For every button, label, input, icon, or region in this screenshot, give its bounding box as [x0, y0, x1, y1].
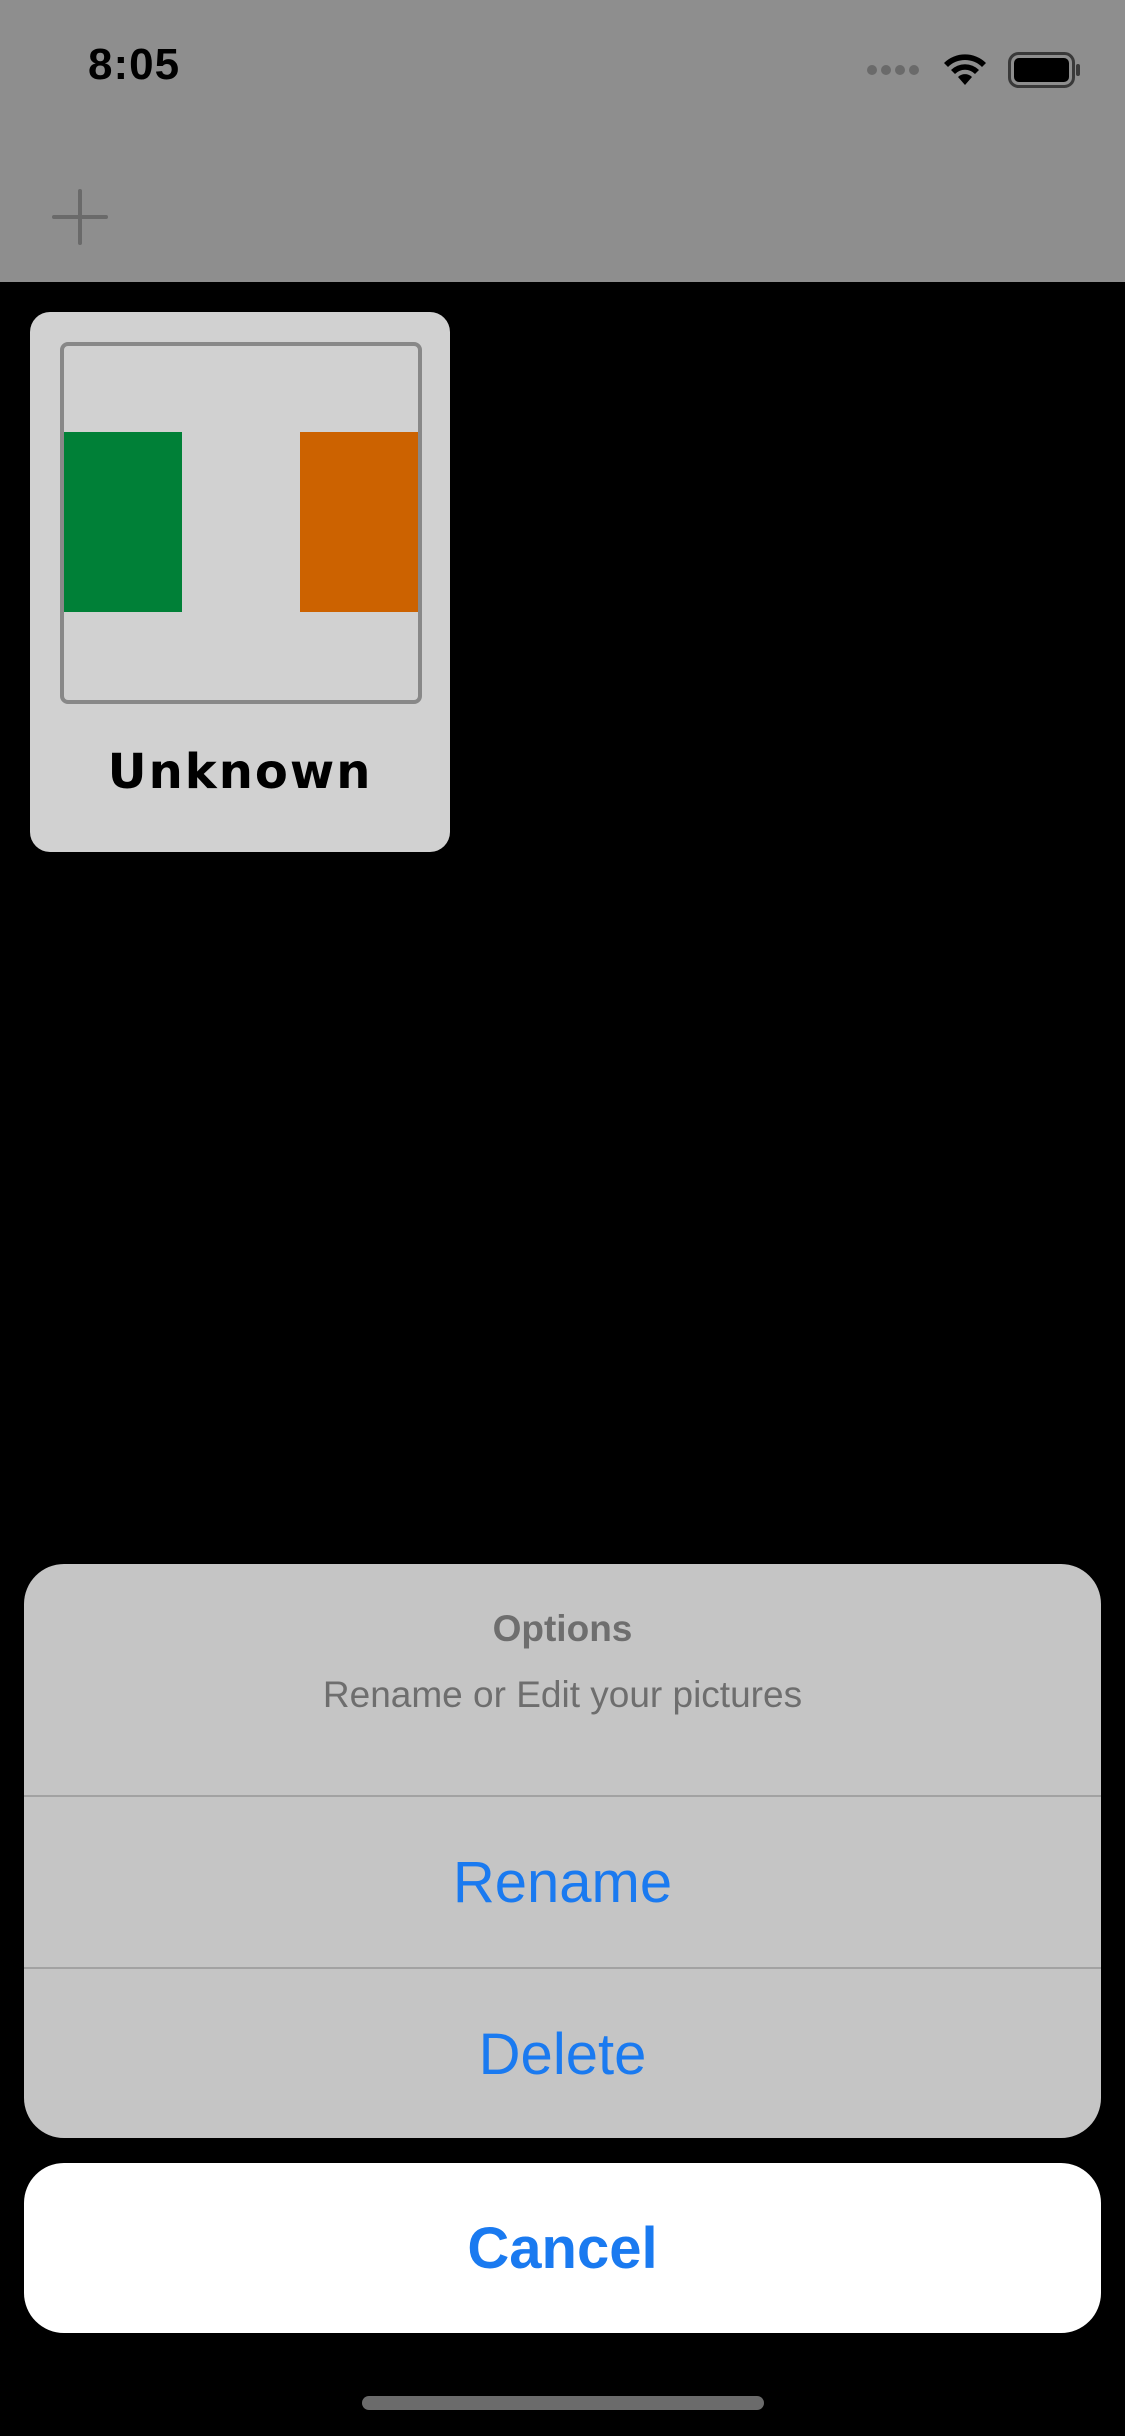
picture-thumbnail	[60, 342, 422, 704]
cellular-signal-icon	[867, 65, 919, 75]
action-sheet-message: Rename or Edit your pictures	[322, 1674, 803, 1715]
rename-button[interactable]: Rename	[24, 1797, 1101, 1967]
status-icons	[866, 50, 1082, 90]
status-time: 8:05	[88, 40, 181, 89]
action-sheet-title: Options	[492, 1608, 633, 1649]
cancel-button[interactable]: Cancel	[24, 2163, 1101, 2333]
wifi-icon	[944, 54, 986, 85]
action-sheet-header: Options Rename or Edit your pictures	[24, 1564, 1101, 1795]
thumbnail-orange-band	[300, 432, 418, 612]
thumbnail-green-band	[64, 432, 182, 612]
action-sheet: Options Rename or Edit your pictures Ren…	[24, 1564, 1101, 2138]
add-button[interactable]	[48, 185, 112, 249]
picture-label: Unknown	[107, 744, 373, 800]
home-indicator[interactable]	[362, 2396, 764, 2410]
plus-icon	[52, 189, 108, 245]
delete-button[interactable]: Delete	[24, 1969, 1101, 2138]
screen: 8:05 Unknown Options Rename or Edit your…	[0, 0, 1125, 2436]
battery-icon	[1008, 52, 1080, 88]
picture-card[interactable]: Unknown	[30, 312, 450, 852]
top-bar: 8:05	[0, 0, 1125, 282]
